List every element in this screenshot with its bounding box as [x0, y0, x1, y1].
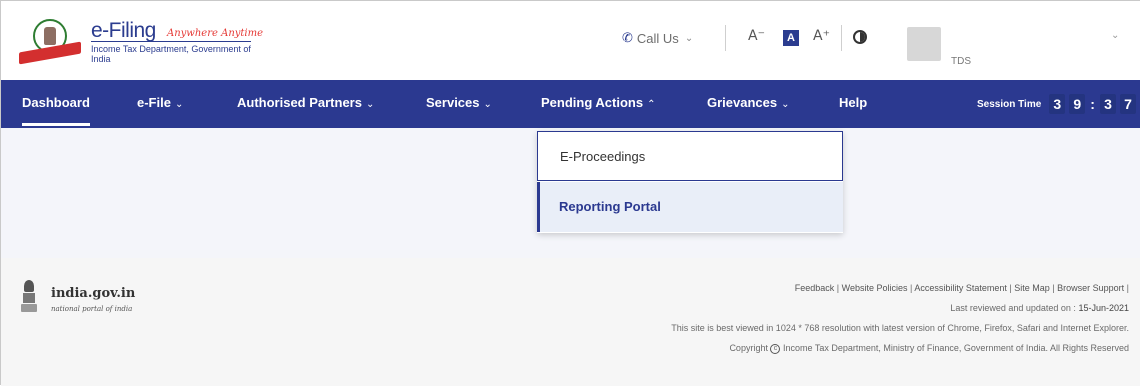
nav-item-label: Grievances [707, 95, 778, 110]
nav-item-help[interactable]: Help [839, 80, 867, 128]
session-label: Session Time [977, 98, 1042, 110]
header: e-Filing Anywhere Anytime Income Tax Dep… [1, 1, 1140, 80]
contrast-icon[interactable] [853, 30, 867, 44]
footer-link-site-map[interactable]: Site Map [1014, 283, 1050, 293]
font-decrease-button[interactable]: A⁻ [748, 28, 765, 44]
copyright-icon: c [770, 343, 781, 354]
footer-link-website-policies[interactable]: Website Policies [842, 283, 908, 293]
divider [841, 25, 842, 51]
page-frame: e-Filing Anywhere Anytime Income Tax Dep… [0, 0, 1140, 386]
main-nav: Dashboard e-File ⌄ Authorised Partners ⌄ S… [1, 80, 1140, 128]
logo-tagline: Anywhere Anytime [167, 28, 264, 39]
india-gov-title: india.gov.in [51, 286, 136, 301]
nav-item-authorised-partners[interactable]: Authorised Partners ⌄ [237, 80, 374, 128]
chevron-down-icon: ⌄ [781, 99, 790, 110]
session-digit: 3 [1099, 94, 1116, 114]
india-gov-subtitle: national portal of india [51, 305, 133, 313]
user-name: TDS [951, 56, 971, 67]
nav-item-label: Dashboard [22, 95, 90, 110]
pending-actions-menu: E-Proceedings Reporting Portal [537, 131, 843, 233]
nav-item-dashboard[interactable]: Dashboard [22, 80, 90, 128]
session-digit: 7 [1119, 94, 1136, 114]
session-digit: 3 [1049, 94, 1066, 114]
footer-links: Feedback | Website Policies | Accessibil… [794, 283, 1129, 293]
call-us-label: Call Us [636, 30, 679, 46]
chevron-up-icon: ⌃ [647, 99, 656, 110]
chevron-down-icon: ⌄ [174, 99, 184, 110]
logo-title: e-Filing [91, 19, 156, 42]
nav-item-efile[interactable]: e-File ⌄ [137, 80, 183, 128]
nav-item-label: Pending Actions [541, 95, 644, 110]
nav-item-label: Services [426, 95, 480, 110]
copyright-label: Copyright [729, 343, 768, 353]
nav-item-label: e-File [137, 95, 171, 110]
divider [725, 25, 726, 51]
nav-item-label: Authorised Partners [237, 95, 362, 110]
footer-link-feedback[interactable]: Feedback [795, 283, 835, 293]
session-digit: 9 [1069, 94, 1086, 114]
copyright-text: Income Tax Department, Ministry of Finan… [783, 343, 1129, 353]
avatar[interactable] [907, 27, 941, 61]
emblem-icon [19, 19, 89, 65]
logo-divider [91, 41, 251, 42]
last-reviewed-date: 15-Jun-2021 [1078, 303, 1129, 313]
last-reviewed-label: Last reviewed and updated on : [950, 303, 1076, 313]
copyright: Copyright c Income Tax Department, Minis… [729, 343, 1129, 354]
footer-link-accessibility[interactable]: Accessibility Statement [914, 283, 1007, 293]
menu-item-reporting-portal[interactable]: Reporting Portal [537, 182, 843, 232]
session-colon: : [1090, 96, 1095, 112]
call-us-dropdown[interactable]: ✆ Call Us ⌄ [622, 30, 693, 46]
phone-icon: ✆ [622, 30, 633, 45]
india-gov-logo[interactable]: india.gov.in national portal of india [21, 280, 171, 320]
efiling-logo[interactable]: e-Filing Anywhere Anytime Income Tax Dep… [19, 17, 264, 67]
chevron-down-icon: ⌄ [365, 99, 375, 110]
nav-item-pending-actions[interactable]: Pending Actions ⌃ [541, 80, 655, 128]
nav-item-grievances[interactable]: Grievances ⌄ [707, 80, 790, 128]
font-increase-button[interactable]: A⁺ [813, 28, 830, 44]
footer-link-browser-support[interactable]: Browser Support [1057, 283, 1124, 293]
nav-item-label: Help [839, 95, 868, 110]
chevron-down-icon[interactable]: ⌄ [1111, 30, 1119, 41]
footer: india.gov.in national portal of india Fe… [1, 258, 1140, 386]
best-viewed-note: This site is best viewed in 1024 * 768 r… [671, 323, 1129, 333]
chevron-down-icon: ⌄ [684, 32, 694, 44]
font-normal-button[interactable]: A [783, 30, 799, 46]
menu-item-e-proceedings[interactable]: E-Proceedings [537, 131, 843, 181]
last-reviewed: Last reviewed and updated on : 15-Jun-20… [950, 303, 1129, 313]
logo-subtitle: Income Tax Department, Government of Ind… [91, 44, 251, 64]
nav-item-services[interactable]: Services ⌄ [426, 80, 492, 128]
chevron-down-icon: ⌄ [483, 99, 492, 110]
session-timer: Session Time 3 9 : 3 7 [977, 94, 1136, 114]
national-emblem-icon [21, 280, 37, 314]
